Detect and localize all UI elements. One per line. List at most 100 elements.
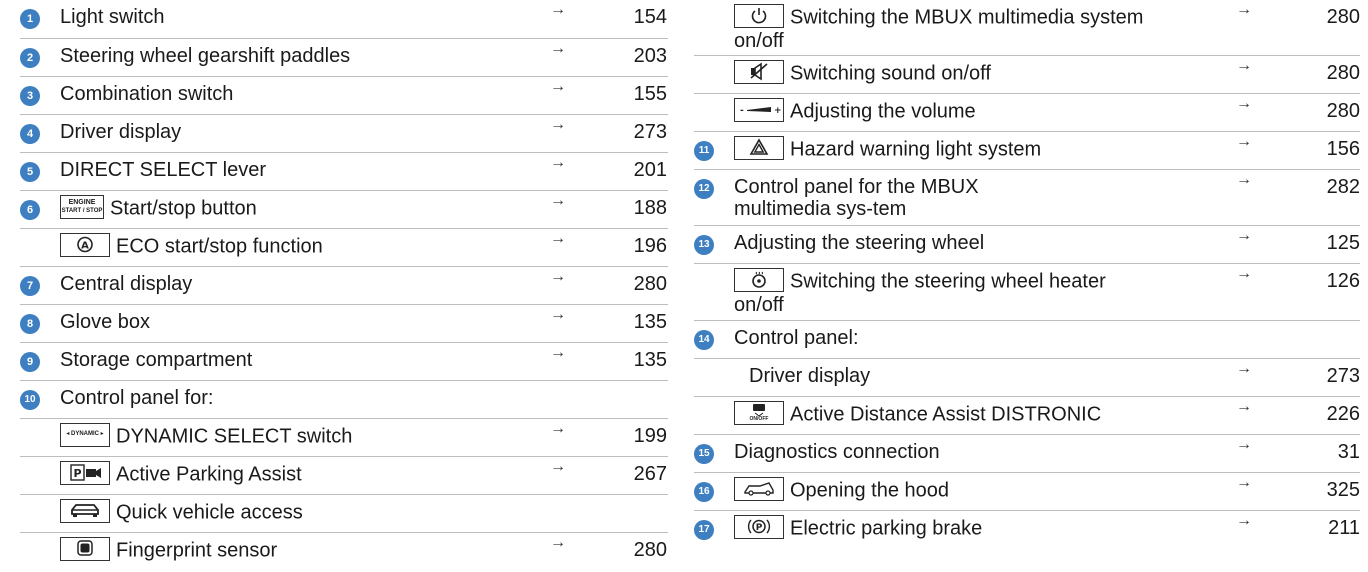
page-number: 135 <box>633 349 667 371</box>
number-badge: 4 <box>20 124 40 144</box>
svg-text:A: A <box>81 241 89 252</box>
page-number: 280 <box>633 273 667 295</box>
number-badge: 13 <box>694 235 714 255</box>
svg-text:P: P <box>756 523 763 533</box>
distronic-icon: ON/OFF <box>734 401 784 425</box>
page-number: 156 <box>1326 138 1360 160</box>
number-badge: 2 <box>20 48 40 68</box>
item-label: Fingerprint sensor <box>116 539 278 562</box>
list-item: 14 Control panel: <box>694 321 1360 359</box>
car-icon <box>60 499 110 523</box>
number-badge: 5 <box>20 162 40 182</box>
list-item: - + Adjusting the volume → 280 <box>694 94 1360 132</box>
list-item: 16 Opening the hood → 325 <box>694 473 1360 511</box>
item-label: Storage compartment <box>60 349 253 371</box>
eco-icon: A <box>60 233 110 257</box>
number-badge: 10 <box>20 390 40 410</box>
item-label: Glove box <box>60 311 151 333</box>
arrow-icon: → <box>1236 57 1252 74</box>
arrow-icon: → <box>550 192 566 209</box>
list-item: Switching sound on/off → 280 <box>694 56 1360 94</box>
index-page: 1 Light switch → 154 2 Steering wheel ge… <box>0 0 1368 572</box>
list-item: Fingerprint sensor → 280 <box>20 533 668 571</box>
number-badge: 8 <box>20 314 40 334</box>
arrow-icon: → <box>550 116 566 133</box>
mute-icon <box>734 60 784 84</box>
list-item: 1 Light switch → 154 <box>20 0 668 39</box>
item-label: Diagnostics connection <box>734 441 940 463</box>
arrow-icon: → <box>1236 171 1252 188</box>
page-number: 196 <box>633 235 667 257</box>
engine-start-stop-icon: ENGINE START / STOP <box>60 195 104 219</box>
page-number: 226 <box>1326 403 1360 425</box>
number-badge: 6 <box>20 200 40 220</box>
list-item: 2 Steering wheel gearshift paddles → 203 <box>20 39 668 77</box>
page-number: 135 <box>633 311 667 333</box>
arrow-icon: → <box>550 458 566 475</box>
item-label: Combination switch <box>60 83 234 105</box>
arrow-icon: → <box>1236 474 1252 491</box>
list-item: 11 Hazard warning light system → 156 <box>694 132 1360 170</box>
number-badge: 16 <box>694 482 714 502</box>
arrow-icon: → <box>550 40 566 57</box>
list-item: 3 Combination switch → 155 <box>20 77 668 115</box>
list-item: 15 Diagnostics connection → 31 <box>694 435 1360 473</box>
number-badge: 14 <box>694 330 714 350</box>
arrow-icon: → <box>550 1 566 18</box>
svg-text:+: + <box>774 106 782 116</box>
page-number: 203 <box>633 45 667 67</box>
left-column: 1 Light switch → 154 2 Steering wheel ge… <box>20 0 668 571</box>
item-label-with-key: Fingerprint sensor <box>60 537 278 563</box>
arrow-icon: → <box>1236 1 1252 18</box>
page-number: 280 <box>1326 100 1360 122</box>
number-badge: 7 <box>20 276 40 296</box>
item-label-with-key: P Electric parking brake <box>734 515 982 541</box>
list-item: ON/OFF Active Distance Assist DISTRONIC … <box>694 397 1360 435</box>
item-label: Switching the steering wheel heater on/o… <box>734 270 1106 316</box>
list-item: 6 ENGINE START / STOP Start/stop button → … <box>20 191 668 229</box>
list-item: ◂ DYNAMIC ▸ DYNAMIC SELECT switch → 199 <box>20 419 668 457</box>
item-label: ECO start/stop function <box>116 235 323 258</box>
arrow-icon: → <box>550 154 566 171</box>
list-item: Switching the MBUX multimedia system on/… <box>694 0 1360 56</box>
page-number: 280 <box>1326 62 1360 84</box>
item-label: Central display <box>60 273 193 295</box>
item-label: Light switch <box>60 6 165 28</box>
page-number: 282 <box>1326 176 1360 198</box>
page-number: 267 <box>633 463 667 485</box>
number-badge: 11 <box>694 141 714 161</box>
item-label: Adjusting the steering wheel <box>734 232 985 254</box>
item-label: Switching sound on/off <box>790 62 991 85</box>
list-item: 13 Adjusting the steering wheel → 125 <box>694 226 1360 264</box>
item-label-with-key: Switching the steering wheel heater on/o… <box>734 268 1144 316</box>
item-label: Quick vehicle access <box>116 501 303 524</box>
list-item: 5 DIRECT SELECT lever → 201 <box>20 153 668 191</box>
list-item: 17 P Electric parking brake → 211 <box>694 511 1360 549</box>
item-label-with-key: P Active Parking Assist <box>60 461 302 487</box>
arrow-icon: → <box>1236 398 1252 415</box>
list-item: P Active Parking Assist → 267 <box>20 457 668 495</box>
number-badge: 15 <box>694 444 714 464</box>
arrow-icon: → <box>550 420 566 437</box>
list-item: 12 Control panel for the MBUX multimedia… <box>694 170 1360 226</box>
page-number: 126 <box>1326 270 1360 292</box>
arrow-icon: → <box>1236 133 1252 150</box>
hazard-icon <box>734 136 784 160</box>
item-label: Driver display <box>749 365 871 387</box>
volume-slider-icon: - + <box>734 98 784 122</box>
item-label-with-key: ENGINE START / STOP Start/stop button <box>60 195 257 221</box>
list-item: 9 Storage compartment → 135 <box>20 343 668 381</box>
item-label: Opening the hood <box>790 479 950 502</box>
arrow-icon: → <box>550 534 566 551</box>
arrow-icon: → <box>1236 512 1252 529</box>
item-label-with-key: ON/OFF Active Distance Assist DISTRONIC <box>734 401 1102 427</box>
page-number: 188 <box>633 197 667 219</box>
page-number: 280 <box>1326 6 1360 28</box>
number-badge: 3 <box>20 86 40 106</box>
page-number: 273 <box>1326 365 1360 387</box>
page-number: 273 <box>633 121 667 143</box>
item-label: Active Distance Assist DISTRONIC <box>790 403 1102 426</box>
arrow-icon: → <box>550 306 566 323</box>
hood-icon <box>734 477 784 501</box>
arrow-icon: → <box>550 78 566 95</box>
